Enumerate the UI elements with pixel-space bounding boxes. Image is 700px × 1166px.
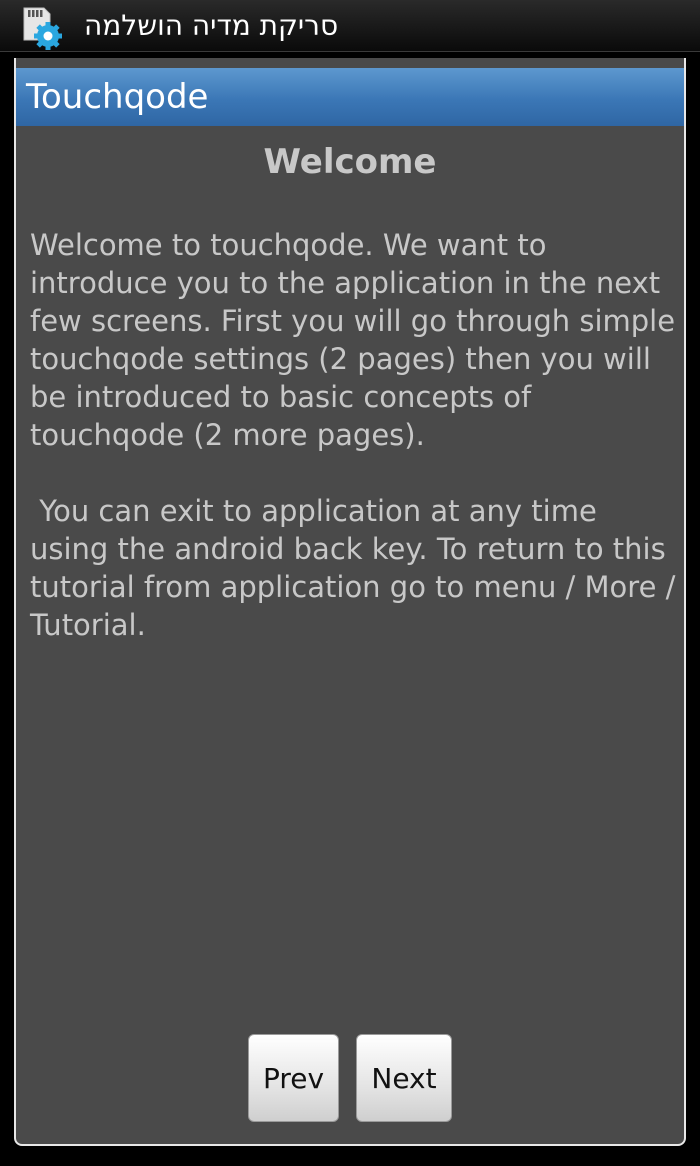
dialog-title-bar: Touchqode — [16, 68, 684, 126]
welcome-heading: Welcome — [263, 142, 437, 182]
tutorial-dialog: Touchqode Welcome Welcome to touchqode. … — [14, 58, 686, 1146]
sd-card-settings-icon — [18, 6, 66, 50]
next-button[interactable]: Next — [356, 1034, 452, 1122]
dialog-title: Touchqode — [26, 77, 209, 117]
prev-button[interactable]: Prev — [248, 1034, 339, 1122]
tutorial-paragraph-2: You can exit to application at any time … — [30, 494, 685, 642]
tutorial-body-text: Welcome to touchqode. We want to introdu… — [30, 226, 676, 644]
tutorial-paragraph-1: Welcome to touchqode. We want to introdu… — [30, 228, 685, 452]
notification-title: סריקת מדיה הושלמה — [84, 9, 339, 42]
status-bar: סריקת מדיה הושלמה — [0, 0, 700, 52]
